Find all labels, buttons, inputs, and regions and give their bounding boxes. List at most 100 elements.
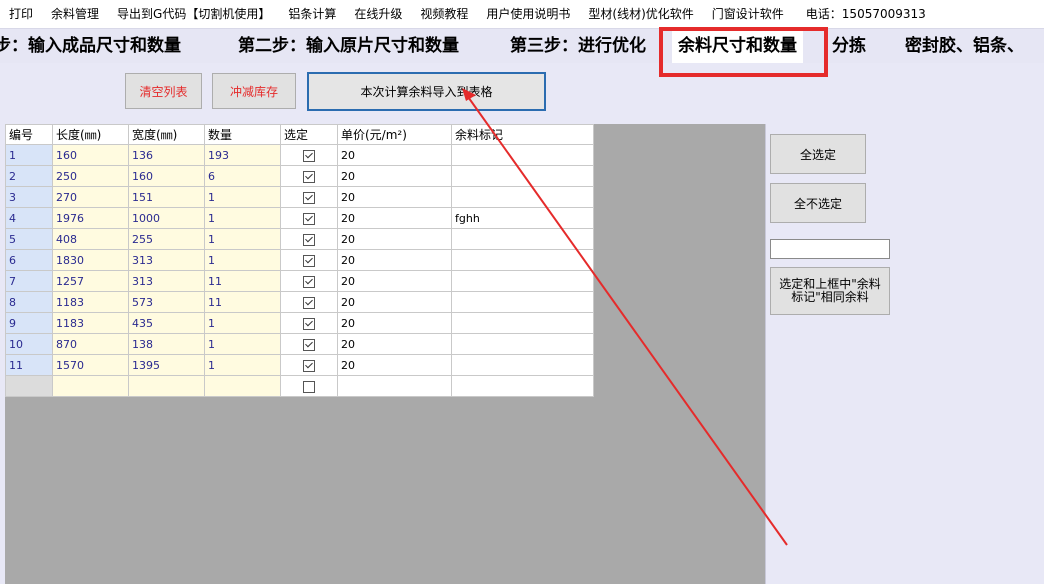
- cell-qty[interactable]: 1: [204, 207, 281, 229]
- cell-qty[interactable]: 6: [204, 165, 281, 187]
- cell-id[interactable]: 7: [5, 270, 53, 292]
- cell-unit-price[interactable]: 20: [337, 270, 452, 292]
- cell-length[interactable]: 408: [52, 228, 129, 250]
- menu-aluminum-strip[interactable]: 铝条计算: [279, 0, 345, 28]
- row-checkbox[interactable]: [303, 233, 315, 246]
- cell-width[interactable]: 151: [128, 186, 205, 208]
- tab-step-2[interactable]: 第二步：输入原片尺寸和数量: [238, 29, 459, 63]
- remnant-mark-input[interactable]: [770, 239, 890, 259]
- cell-unit-price[interactable]: 20: [337, 291, 452, 313]
- menu-export-gcode[interactable]: 导出到G代码【切割机使用】: [108, 0, 279, 28]
- cell-remnant-mark[interactable]: [451, 144, 594, 166]
- header-length[interactable]: 长度(㎜): [52, 124, 129, 145]
- cell-width[interactable]: 313: [128, 270, 205, 292]
- menu-remnant-manage[interactable]: 余料管理: [42, 0, 108, 28]
- cell-remnant-mark[interactable]: [451, 165, 594, 187]
- cell-length[interactable]: 1183: [52, 312, 129, 334]
- table-row[interactable]: 3 270 151 1 20: [5, 186, 594, 208]
- cell-selected[interactable]: [280, 354, 338, 376]
- table-row[interactable]: 6 1830 313 1 20: [5, 249, 594, 271]
- table-row[interactable]: 2 250 160 6 20: [5, 165, 594, 187]
- cell-selected[interactable]: [280, 291, 338, 313]
- cell-width[interactable]: 138: [128, 333, 205, 355]
- tab-sealant[interactable]: 密封胶、铝条、: [905, 29, 1024, 63]
- new-row-cell[interactable]: [5, 375, 53, 397]
- row-checkbox[interactable]: [303, 296, 315, 309]
- row-checkbox[interactable]: [303, 191, 315, 204]
- cell-length[interactable]: 870: [52, 333, 129, 355]
- cell-width[interactable]: 160: [128, 165, 205, 187]
- cell-width[interactable]: 136: [128, 144, 205, 166]
- cell-remnant-mark[interactable]: [451, 249, 594, 271]
- row-checkbox[interactable]: [303, 149, 315, 162]
- cell-unit-price[interactable]: 20: [337, 228, 452, 250]
- cell-unit-price[interactable]: 20: [337, 207, 452, 229]
- cell-qty[interactable]: 1: [204, 186, 281, 208]
- row-checkbox[interactable]: [303, 338, 315, 351]
- cell-remnant-mark[interactable]: [451, 333, 594, 355]
- tab-step-1[interactable]: 步：输入成品尺寸和数量: [0, 29, 181, 63]
- cell-length[interactable]: 1257: [52, 270, 129, 292]
- cell-length[interactable]: 1976: [52, 207, 129, 229]
- table-row[interactable]: 7 1257 313 11 20: [5, 270, 594, 292]
- cell-length[interactable]: 160: [52, 144, 129, 166]
- header-qty[interactable]: 数量: [204, 124, 281, 145]
- cell-remnant-mark[interactable]: [451, 270, 594, 292]
- cell-unit-price[interactable]: 20: [337, 165, 452, 187]
- table-row[interactable]: 11 1570 1395 1 20: [5, 354, 594, 376]
- table-row[interactable]: 8 1183 573 11 20: [5, 291, 594, 313]
- cell-length[interactable]: 1183: [52, 291, 129, 313]
- table-new-row[interactable]: [5, 375, 594, 397]
- cell-unit-price[interactable]: 20: [337, 249, 452, 271]
- header-unit-price[interactable]: 单价(元/m²): [337, 124, 452, 145]
- new-row-cell[interactable]: [128, 375, 205, 397]
- cell-remnant-mark[interactable]: [451, 228, 594, 250]
- menu-online-upgrade[interactable]: 在线升级: [345, 0, 411, 28]
- cell-length[interactable]: 1830: [52, 249, 129, 271]
- cell-selected[interactable]: [280, 165, 338, 187]
- row-checkbox[interactable]: [303, 254, 315, 267]
- cell-selected[interactable]: [280, 249, 338, 271]
- header-remnant-mark[interactable]: 余料标记: [451, 124, 594, 145]
- row-checkbox[interactable]: [303, 170, 315, 183]
- cell-qty[interactable]: 11: [204, 270, 281, 292]
- cell-id[interactable]: 4: [5, 207, 53, 229]
- cell-id[interactable]: 2: [5, 165, 53, 187]
- cell-length[interactable]: 270: [52, 186, 129, 208]
- cell-width[interactable]: 255: [128, 228, 205, 250]
- table-row[interactable]: 5 408 255 1 20: [5, 228, 594, 250]
- cell-selected[interactable]: [280, 144, 338, 166]
- select-same-mark-button[interactable]: 选定和上框中"余料标记"相同余料: [770, 267, 890, 315]
- cell-remnant-mark[interactable]: [451, 186, 594, 208]
- cell-id[interactable]: 3: [5, 186, 53, 208]
- new-row-cell[interactable]: [337, 375, 452, 397]
- cell-width[interactable]: 435: [128, 312, 205, 334]
- select-all-button[interactable]: 全选定: [770, 134, 866, 174]
- cell-qty[interactable]: 11: [204, 291, 281, 313]
- table-row[interactable]: 10 870 138 1 20: [5, 333, 594, 355]
- cell-length[interactable]: 250: [52, 165, 129, 187]
- cell-selected[interactable]: [280, 270, 338, 292]
- cell-qty[interactable]: 1: [204, 354, 281, 376]
- cell-qty[interactable]: 1: [204, 249, 281, 271]
- menu-video-tutorial[interactable]: 视频教程: [411, 0, 477, 28]
- table-row[interactable]: 4 1976 1000 1 20 fghh: [5, 207, 594, 229]
- cell-id[interactable]: 1: [5, 144, 53, 166]
- cell-id[interactable]: 5: [5, 228, 53, 250]
- cell-selected[interactable]: [280, 207, 338, 229]
- cell-selected[interactable]: [280, 312, 338, 334]
- cell-width[interactable]: 1000: [128, 207, 205, 229]
- table-row[interactable]: 1 160 136 193 20: [5, 144, 594, 166]
- cell-qty[interactable]: 1: [204, 312, 281, 334]
- menu-print[interactable]: 打印: [0, 0, 42, 28]
- cell-width[interactable]: 313: [128, 249, 205, 271]
- cell-id[interactable]: 6: [5, 249, 53, 271]
- cell-length[interactable]: 1570: [52, 354, 129, 376]
- deselect-all-button[interactable]: 全不选定: [770, 183, 866, 223]
- cell-unit-price[interactable]: 20: [337, 333, 452, 355]
- cell-id[interactable]: 9: [5, 312, 53, 334]
- new-row-cell[interactable]: [451, 375, 594, 397]
- cell-unit-price[interactable]: 20: [337, 144, 452, 166]
- cell-qty[interactable]: 1: [204, 228, 281, 250]
- tab-remnant-size-qty[interactable]: 余料尺寸和数量: [672, 29, 803, 63]
